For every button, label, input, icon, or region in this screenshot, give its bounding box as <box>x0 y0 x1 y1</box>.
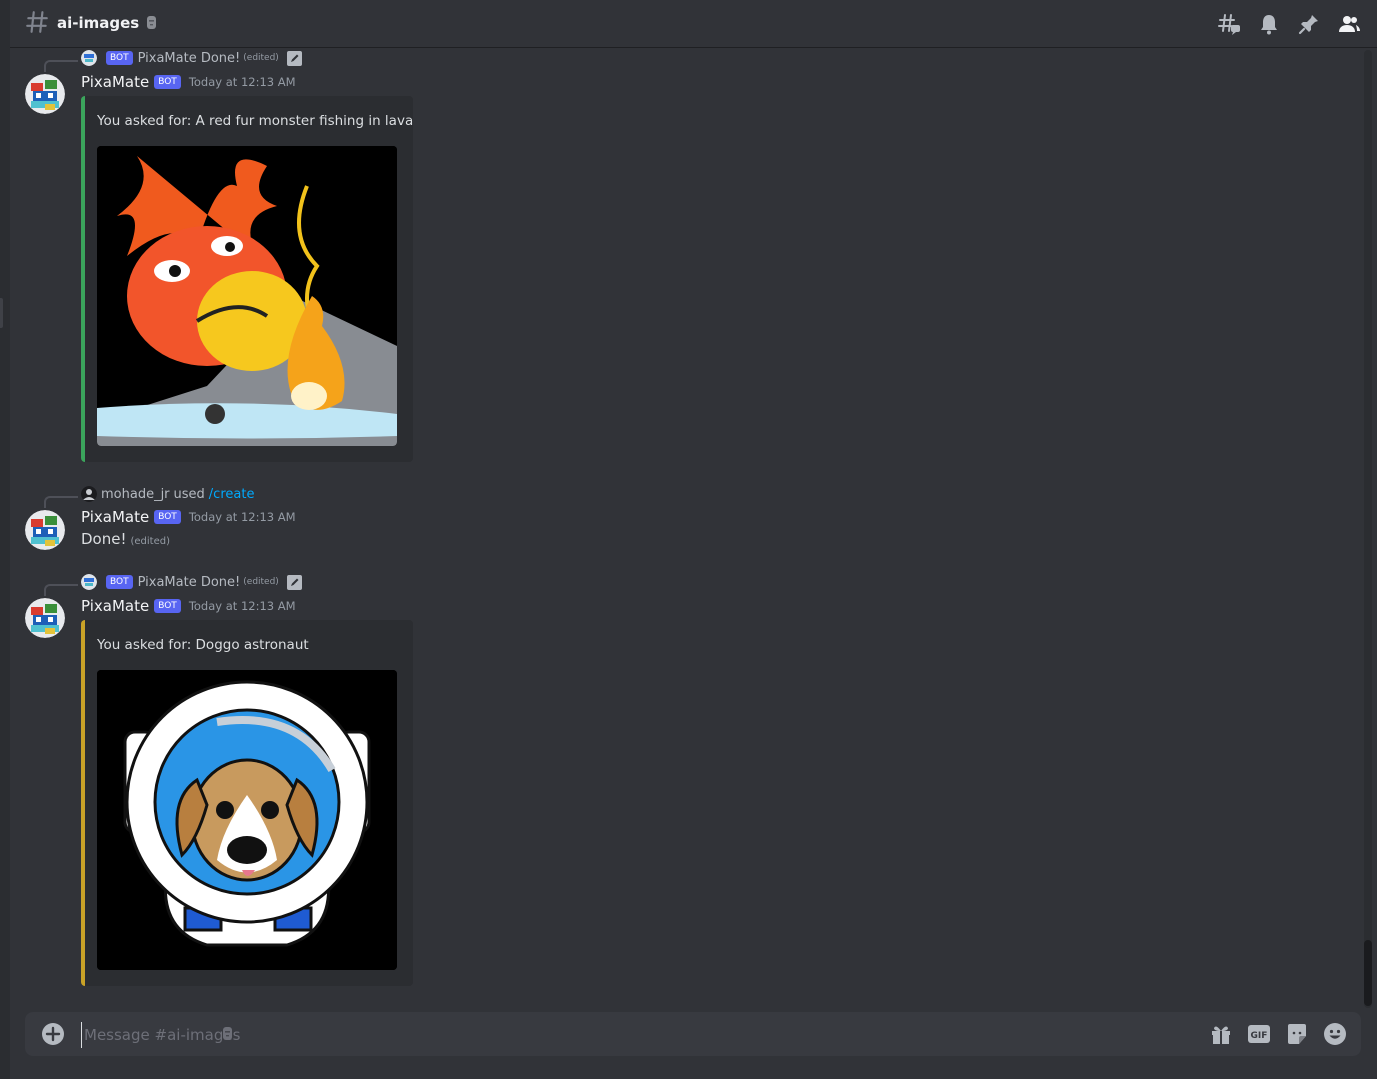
reply-connector <box>44 496 78 508</box>
slash-command-link[interactable]: /create <box>209 487 255 502</box>
used-label: used <box>173 486 205 502</box>
message-input[interactable] <box>81 1022 1186 1048</box>
edited-label: (edited) <box>130 536 170 547</box>
timestamp: Today at 12:13 AM <box>188 75 296 89</box>
pencil-icon <box>286 50 302 66</box>
bot-tag: BOT <box>154 599 181 613</box>
author-name[interactable]: PixaMate <box>81 508 149 526</box>
reply-connector <box>44 60 78 72</box>
command-preview[interactable]: mohade_jr used /create <box>81 485 254 503</box>
bot-tag: BOT <box>106 51 133 65</box>
channel-name: ai-images <box>57 14 140 32</box>
avatar[interactable] <box>25 74 65 114</box>
members-icon[interactable] <box>1337 12 1361 36</box>
scrollbar-thumb[interactable] <box>1364 940 1372 1006</box>
message-composer: GIF <box>25 1012 1361 1056</box>
emoji-icon[interactable] <box>1323 1022 1347 1046</box>
author-name[interactable]: PixaMate <box>81 73 149 91</box>
reply-text: PixaMate Done! <box>137 574 241 590</box>
threads-icon[interactable] <box>1217 12 1241 36</box>
edited-label: (edited) <box>243 53 279 63</box>
channel-title: ai-images <box>57 14 157 32</box>
sidebar-handle <box>0 298 3 328</box>
pin-icon[interactable] <box>1297 12 1321 36</box>
edited-label: (edited) <box>243 577 279 587</box>
message-text: Done! <box>81 530 127 548</box>
avatar[interactable] <box>25 598 65 638</box>
bot-mini-avatar <box>81 50 97 66</box>
reply-preview[interactable]: BOT PixaMate Done! (edited) <box>81 573 302 591</box>
bot-tag: BOT <box>154 510 181 524</box>
generated-image-doggo-astronaut[interactable] <box>97 670 397 970</box>
embed: You asked for: Doggo astronaut <box>81 620 413 986</box>
gif-icon[interactable]: GIF <box>1247 1022 1271 1046</box>
moai-emoji-icon <box>223 1027 232 1040</box>
bot-tag: BOT <box>154 75 181 89</box>
generated-image-lava-monster[interactable] <box>97 146 397 446</box>
embed-description: You asked for: Doggo astronaut <box>97 637 309 653</box>
message-content: Done! (edited) <box>81 530 170 548</box>
embed-description: You asked for: A red fur monster fishing… <box>97 113 414 129</box>
hash-icon <box>26 11 48 33</box>
avatar[interactable] <box>25 510 65 550</box>
embed: You asked for: A red fur monster fishing… <box>81 96 413 462</box>
scrollbar-track[interactable] <box>1364 50 1372 1008</box>
user-mini-avatar <box>81 486 97 502</box>
reply-text: PixaMate Done! <box>137 50 241 66</box>
bot-tag: BOT <box>106 575 133 589</box>
author-name[interactable]: PixaMate <box>81 597 149 615</box>
sticker-icon[interactable] <box>1285 1022 1309 1046</box>
reply-preview[interactable]: BOT PixaMate Done! (edited) <box>81 49 302 67</box>
bot-mini-avatar <box>81 574 97 590</box>
reply-connector <box>44 584 78 596</box>
pencil-icon <box>286 574 302 590</box>
channel-header: ai-images <box>10 0 1377 48</box>
server-sidebar-edge <box>0 0 10 1079</box>
timestamp: Today at 12:13 AM <box>188 599 296 613</box>
gif-label: GIF <box>1251 1031 1268 1041</box>
timestamp: Today at 12:13 AM <box>188 510 296 524</box>
bell-icon[interactable] <box>1257 12 1281 36</box>
gift-icon[interactable] <box>1209 1022 1233 1046</box>
command-user[interactable]: mohade_jr <box>101 487 170 502</box>
add-attachment-icon[interactable] <box>41 1022 65 1046</box>
moai-emoji-icon <box>147 16 157 29</box>
